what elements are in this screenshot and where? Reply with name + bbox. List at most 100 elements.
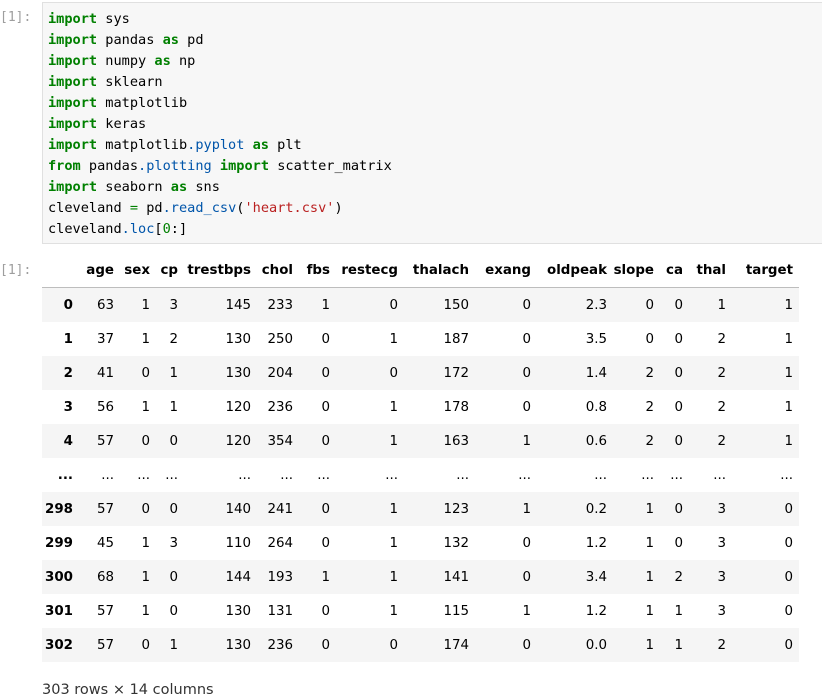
row-index: 4	[63, 433, 73, 449]
column-header-target: target	[732, 253, 799, 288]
table-cell: 1	[389, 331, 398, 347]
output-prompt: [1]:	[0, 263, 32, 278]
code-token: .loc	[121, 221, 155, 237]
table-cell: 2	[645, 433, 654, 449]
row-index: 2	[63, 365, 73, 381]
table-cell: 0	[522, 365, 531, 381]
code-editor[interactable]: import sys import pandas as pd import nump…	[42, 2, 822, 244]
row-index: 3	[63, 399, 73, 415]
code-token: sklearn	[97, 74, 163, 90]
table-cell: 0	[141, 501, 150, 517]
table-cell: 2	[717, 365, 726, 381]
table-cell: 2	[674, 569, 683, 585]
table-cell: 0	[522, 297, 531, 313]
table-cell: 57	[96, 603, 114, 619]
table-cell: 0	[674, 297, 683, 313]
table-cell: 1	[784, 433, 793, 449]
code-token: pd	[138, 200, 163, 216]
table-cell: 0	[784, 637, 793, 653]
table-cell: 0	[169, 501, 178, 517]
row-index: 0	[63, 297, 73, 313]
table-cell: 250	[267, 331, 293, 347]
column-header-chol: chol	[257, 253, 299, 288]
table-row: ........................................…	[42, 458, 799, 492]
table-cell: 1	[784, 331, 793, 347]
table-cell: 3	[169, 535, 178, 551]
column-header-fbs: fbs	[299, 253, 336, 288]
code-token: scatter_matrix	[269, 158, 392, 174]
column-header-oldpeak: oldpeak	[537, 253, 613, 288]
code-line: from pandas.plotting import scatter_matr…	[48, 156, 822, 177]
table-cell: 2.3	[585, 297, 607, 313]
code-token: 'heart.csv'	[244, 200, 335, 216]
table-cell: 0	[321, 365, 330, 381]
code-token: .pyplot	[187, 137, 245, 153]
table-cell: 3.5	[585, 331, 607, 347]
table-row: 299 45 1 3 110 264 0 1 132 0 1.2 1 0 3 0	[42, 526, 799, 560]
table-cell: 0	[522, 399, 531, 415]
table-cell: 0	[321, 603, 330, 619]
table-cell: 1	[645, 637, 654, 653]
table-cell: 2	[717, 331, 726, 347]
column-header-thalach: thalach	[404, 253, 475, 288]
table-row: 300 68 1 0 144 193 1 1 141 0 3.4 1 2 3 0	[42, 560, 799, 594]
table-cell: 3	[717, 603, 726, 619]
table-cell: 1	[389, 603, 398, 619]
table-cell: 1	[141, 297, 150, 313]
table-cell: ...	[780, 467, 793, 483]
table-cell: 0	[141, 433, 150, 449]
table-cell: 3	[717, 569, 726, 585]
code-token: as	[162, 32, 179, 48]
table-row: 4 57 0 0 120 354 0 1 163 1 0.6 2 0 2 1	[42, 424, 799, 458]
code-token: numpy	[97, 53, 155, 69]
table-cell: 0	[522, 535, 531, 551]
table-cell: 1	[784, 365, 793, 381]
column-header-restecg: restecg	[336, 253, 404, 288]
table-cell: 2	[169, 331, 178, 347]
table-cell: 1	[522, 433, 531, 449]
table-cell: 1	[141, 331, 150, 347]
table-cell: 0	[645, 297, 654, 313]
table-cell: 63	[96, 297, 114, 313]
table-cell: 354	[267, 433, 293, 449]
table-cell: 131	[267, 603, 293, 619]
table-cell: 0	[784, 535, 793, 551]
table-cell: 130	[225, 365, 251, 381]
code-token: cleveland	[48, 221, 122, 237]
index-header	[42, 253, 79, 288]
table-cell: 0	[522, 331, 531, 347]
table-cell: 1	[522, 501, 531, 517]
table-cell: 0	[522, 569, 531, 585]
row-index: 301	[45, 603, 73, 619]
table-cell: 1	[674, 637, 683, 653]
code-token: as	[252, 137, 269, 153]
table-cell: 1	[522, 603, 531, 619]
table-cell: 0	[141, 365, 150, 381]
table-cell: 1	[389, 433, 398, 449]
table-cell: 1	[717, 297, 726, 313]
code-token: )	[334, 200, 343, 216]
table-cell: 178	[443, 399, 469, 415]
code-token: import	[48, 11, 98, 27]
table-cell: 163	[443, 433, 469, 449]
code-token: from	[48, 158, 81, 174]
table-cell: 1	[389, 569, 398, 585]
table-cell: ...	[713, 467, 726, 483]
table-row: 1 37 1 2 130 250 0 1 187 0 3.5 0 0 2 1	[42, 322, 799, 356]
table-cell: 1	[645, 535, 654, 551]
code-token: as	[154, 53, 171, 69]
table-cell: 1	[645, 603, 654, 619]
table-cell: 0	[674, 331, 683, 347]
code-token: plt	[269, 137, 302, 153]
table-cell: 110	[225, 535, 251, 551]
row-index: 1	[63, 331, 73, 347]
table-cell: 2	[645, 399, 654, 415]
table-cell: 3	[717, 501, 726, 517]
code-token: import	[48, 116, 98, 132]
table-cell: 174	[443, 637, 469, 653]
table-cell: 0	[169, 569, 178, 585]
table-cell: 1	[645, 569, 654, 585]
table-cell: 0.8	[585, 399, 607, 415]
code-token: .read_csv	[162, 200, 237, 216]
